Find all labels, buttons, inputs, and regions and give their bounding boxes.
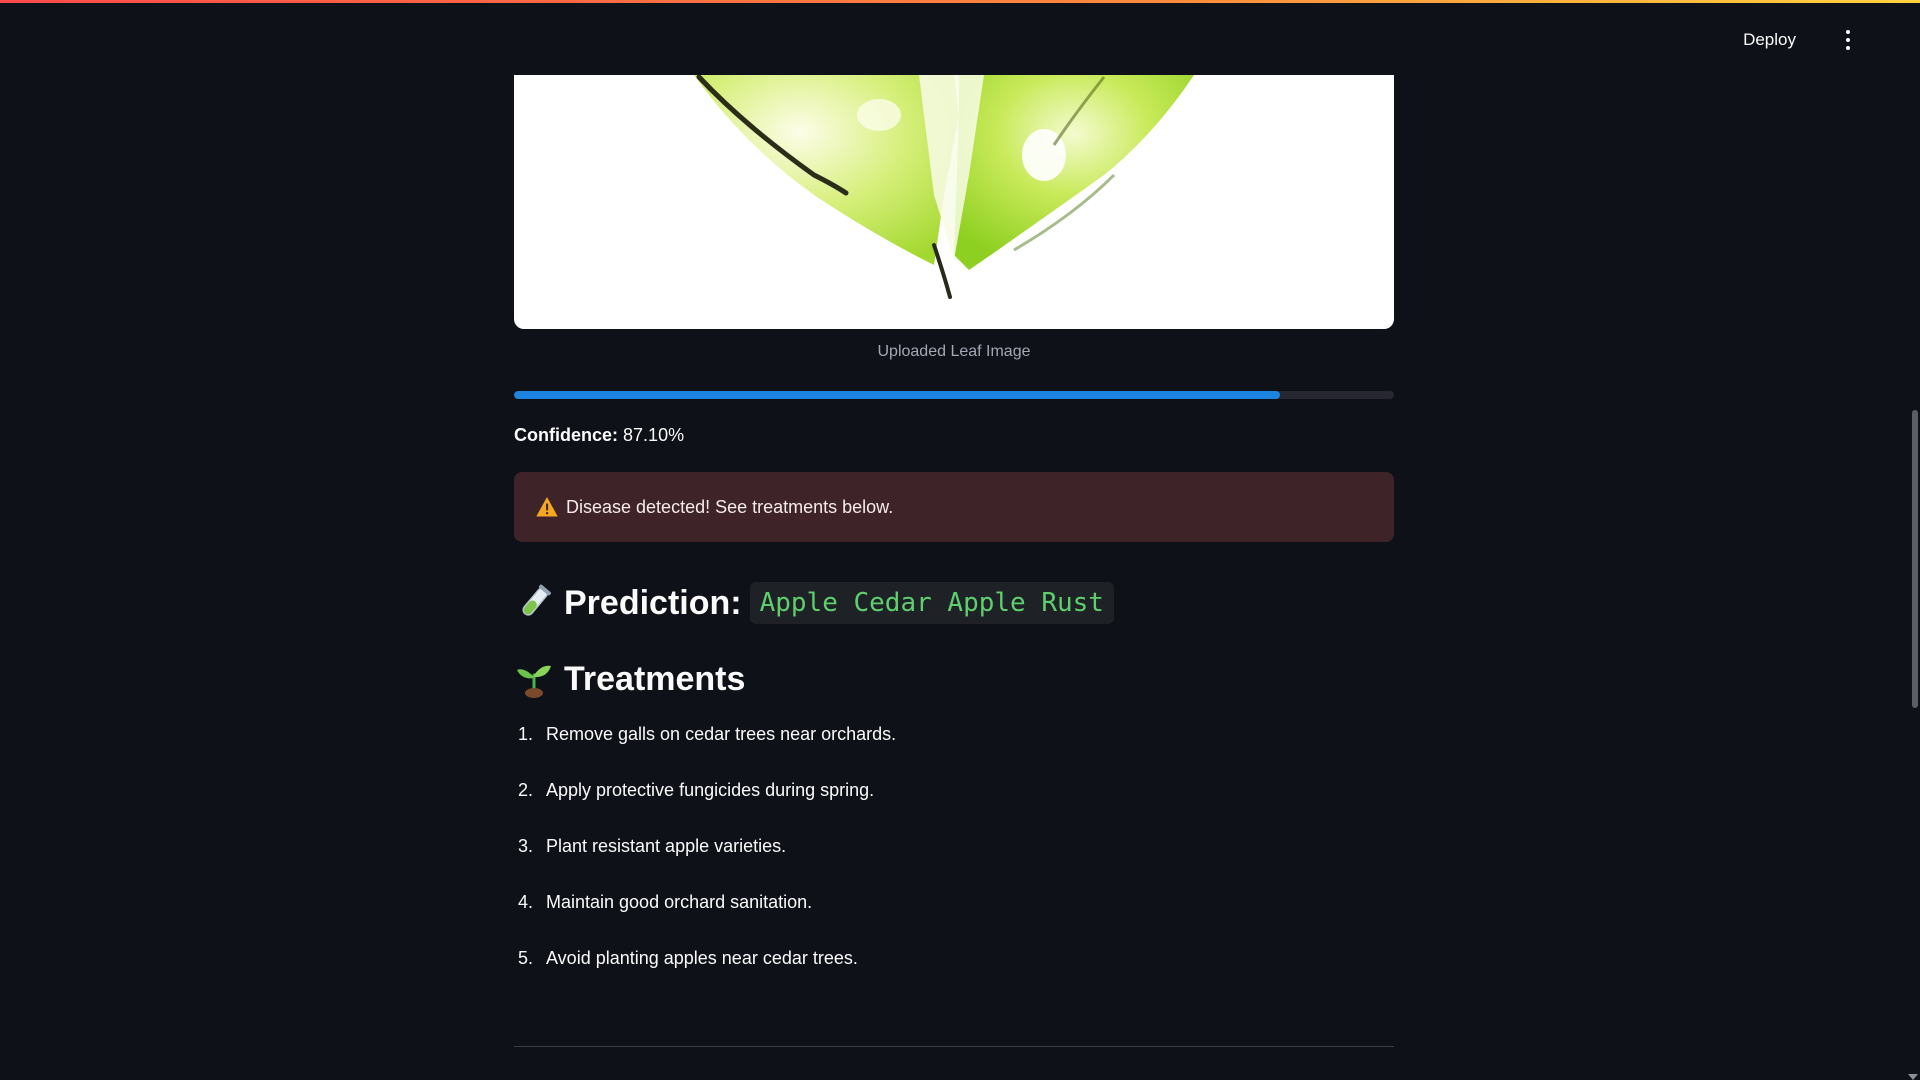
treatment-text: Plant resistant apple varieties.	[546, 836, 787, 856]
treatment-text: Apply protective fungicides during sprin…	[546, 780, 875, 800]
leaf-picture	[694, 75, 1194, 299]
progress-fill	[514, 391, 1281, 399]
treatments-title: Treatments	[564, 659, 746, 698]
test-tube-icon	[522, 584, 551, 616]
app-header: Deploy	[0, 3, 1920, 73]
kebab-menu-icon[interactable]	[1838, 27, 1858, 53]
seedling-icon	[517, 665, 551, 698]
confidence-progress-bar	[514, 391, 1394, 399]
scroll-down-icon[interactable]	[1908, 1074, 1918, 1080]
confidence-label: Confidence:	[514, 425, 619, 445]
warning-icon	[536, 497, 558, 517]
scrollbar[interactable]	[1912, 410, 1918, 708]
prediction-value: Apple Cedar Apple Rust	[749, 582, 1114, 624]
treatments-heading: Treatments	[514, 656, 1394, 702]
list-item: 4. Maintain good orchard sanitation.	[518, 892, 813, 912]
disease-alert: Disease detected! See treatments below.	[514, 472, 1394, 542]
deploy-button[interactable]: Deploy	[1737, 26, 1802, 54]
treatment-text: Avoid planting apples near cedar trees.	[546, 948, 858, 968]
image-caption: Uploaded Leaf Image	[877, 343, 1031, 360]
treatment-text: Maintain good orchard sanitation.	[546, 892, 813, 912]
prediction-heading: Prediction: Apple Cedar Apple Rust	[514, 580, 1394, 626]
treatments-list: 1. Remove galls on cedar trees near orcha…	[514, 724, 1394, 1004]
list-item: 1. Remove galls on cedar trees near orcha…	[518, 724, 897, 744]
leaf-image	[514, 75, 1394, 329]
confidence-text: Confidence: 87.10%	[514, 425, 1394, 446]
main-content: Uploaded Leaf Image Confidence: 87.10% D…	[514, 75, 1394, 1004]
list-item: 5. Avoid planting apples near cedar trees…	[518, 948, 858, 968]
confidence-value: 87.10%	[623, 425, 685, 445]
list-item: 3. Plant resistant apple varieties.	[518, 836, 787, 856]
alert-text: Disease detected! See treatments below.	[566, 496, 894, 517]
prediction-label: Prediction:	[564, 583, 742, 622]
section-divider	[514, 1046, 1394, 1047]
treatment-text: Remove galls on cedar trees near orchard…	[546, 724, 897, 744]
list-item: 2. Apply protective fungicides during spr…	[518, 780, 875, 800]
